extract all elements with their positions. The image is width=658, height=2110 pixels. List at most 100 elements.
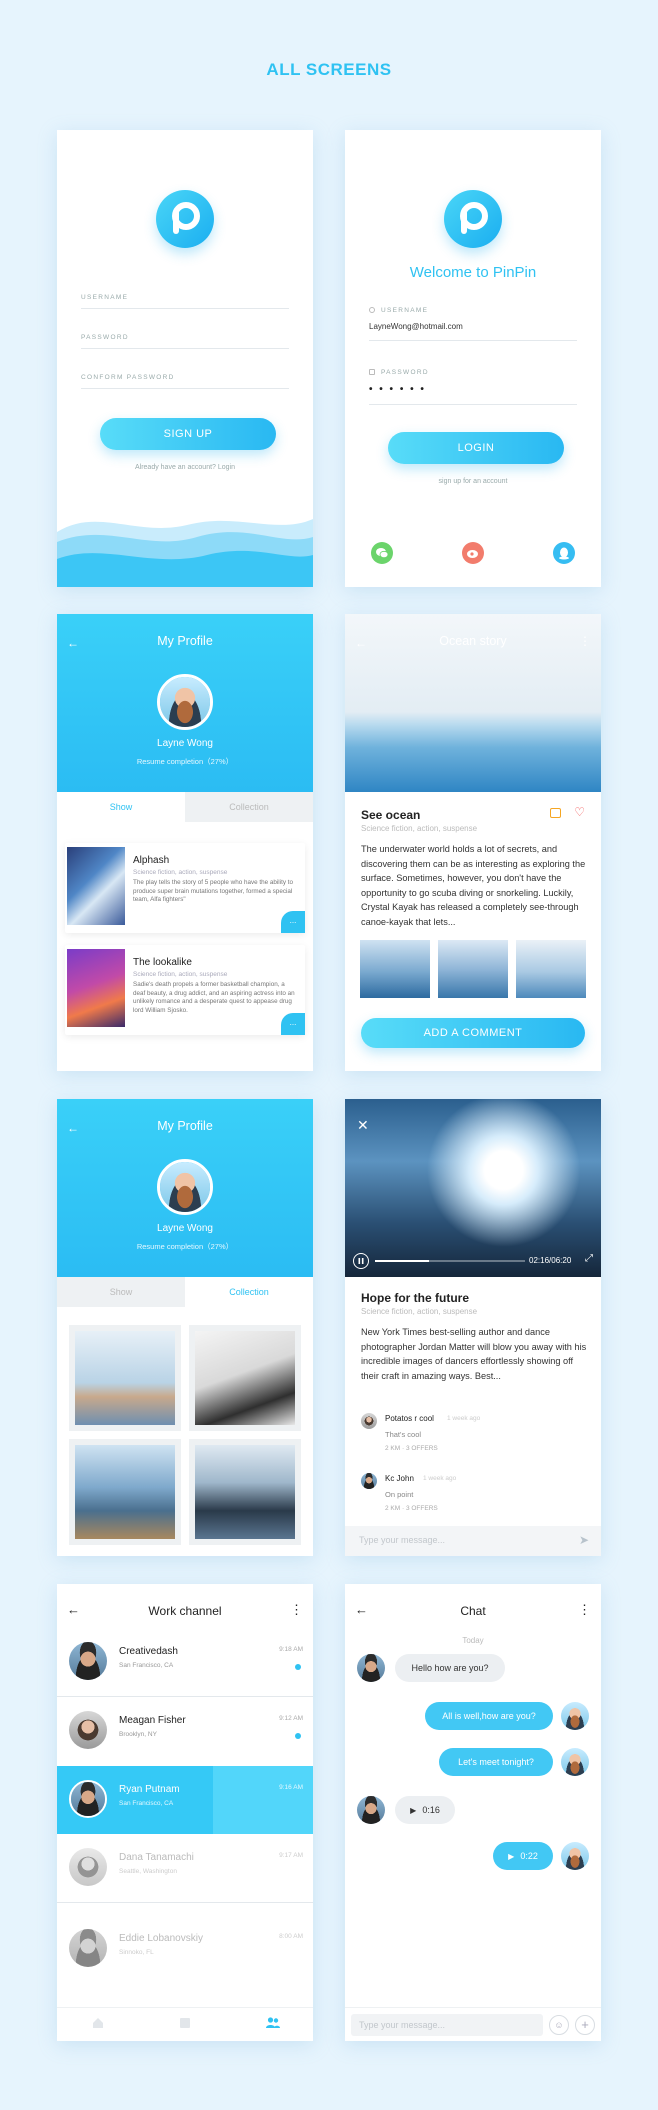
wave-decoration	[57, 519, 313, 587]
voice-message-in[interactable]: ▶ 0:16	[395, 1796, 455, 1824]
play-icon[interactable]: ▶	[508, 1852, 514, 1861]
collection-image[interactable]	[69, 1325, 181, 1431]
avatar	[69, 1780, 107, 1818]
login-screen: Welcome to PinPin USERNAME LayneWong@hot…	[345, 130, 601, 587]
story-tags: Science fiction, action, suspense	[361, 824, 478, 833]
password-field[interactable]	[81, 348, 289, 349]
list-item-selected[interactable]: Ryan Putnam San Francisco, CA 9:16 AM	[57, 1766, 313, 1834]
work-header: Work channel	[148, 1604, 222, 1618]
comment-text: On point	[385, 1490, 414, 1499]
chat-name: Ryan Putnam	[119, 1784, 180, 1795]
send-icon[interactable]: ➤	[579, 1533, 589, 1547]
tab-show[interactable]: Show	[57, 1277, 185, 1307]
more-vert-icon[interactable]: ⋮	[578, 1602, 591, 1618]
chat-header: Chat	[460, 1604, 486, 1618]
heart-icon[interactable]: ♡	[574, 805, 585, 819]
tab-show[interactable]: Show	[57, 792, 185, 822]
list-item[interactable]: The lookalike Science fiction, action, s…	[65, 945, 305, 1035]
collection-image[interactable]	[189, 1325, 301, 1431]
avatar[interactable]	[561, 1748, 589, 1776]
message-input[interactable]: Type your message...	[359, 2020, 445, 2030]
ocean-story-screen: ← Ocean story ⋮ See ocean Science fictio…	[345, 614, 601, 1071]
list-item[interactable]: Eddie Lobanovskiy Sinnoko, FL 8:00 AM	[57, 1915, 313, 1983]
list-item[interactable]: Meagan Fisher Brooklyn, NY 9:12 AM	[57, 1697, 313, 1765]
add-comment-button[interactable]: ADD A COMMENT	[361, 1018, 585, 1048]
tab-collection[interactable]: Collection	[185, 792, 313, 822]
avatar[interactable]	[561, 1702, 589, 1730]
voice-duration: 0:16	[422, 1805, 440, 1815]
password-label: PASSWORD	[81, 334, 129, 341]
message-bubble-in: Hello how are you?	[395, 1654, 505, 1682]
pause-button[interactable]	[353, 1253, 369, 1269]
alphash-poster	[67, 847, 125, 925]
avatar[interactable]	[561, 1842, 589, 1870]
login-link[interactable]: Already have an account? Login	[57, 464, 313, 471]
people-icon[interactable]	[265, 2016, 281, 2030]
video-player[interactable]	[345, 1099, 601, 1277]
confirm-password-field[interactable]	[81, 388, 289, 389]
progress-bar[interactable]	[375, 1260, 525, 1262]
comment-time: 1 week ago	[423, 1475, 457, 1482]
signup-link[interactable]: sign up for an account	[345, 478, 601, 485]
welcome-title: Welcome to PinPin	[409, 264, 537, 281]
gallery-image[interactable]	[360, 940, 430, 998]
comment-time: 1 week ago	[447, 1415, 481, 1422]
username-input[interactable]: LayneWong@hotmail.com	[369, 322, 463, 331]
chat-location: San Francisco, CA	[119, 1662, 174, 1669]
comment-text: That's cool	[385, 1430, 422, 1439]
chat-name: Meagan Fisher	[119, 1715, 186, 1726]
avatar[interactable]	[357, 1654, 385, 1682]
story-body: The underwater world holds a lot of secr…	[361, 844, 586, 927]
avatar[interactable]	[357, 1796, 385, 1824]
signup-screen: USERNAME PASSWORD CONFORM PASSWORD SIGN …	[57, 130, 313, 587]
story-title: See ocean	[361, 808, 421, 822]
username-field[interactable]	[81, 308, 289, 309]
avatar[interactable]	[157, 1159, 213, 1215]
avatar	[69, 1642, 107, 1680]
weibo-icon[interactable]	[462, 542, 484, 564]
gallery-image[interactable]	[516, 940, 586, 998]
day-divider: Today	[462, 1636, 484, 1645]
avatar[interactable]	[361, 1473, 377, 1489]
voice-message-out[interactable]: ▶ 0:22	[493, 1842, 553, 1870]
more-button[interactable]: ...	[281, 911, 305, 933]
collection-image[interactable]	[69, 1439, 181, 1545]
message-input[interactable]: Type your message...	[359, 1535, 445, 1545]
unread-dot	[295, 1733, 301, 1739]
swipe-action[interactable]	[213, 1766, 313, 1834]
login-button[interactable]: LOGIN	[388, 432, 564, 464]
collection-image[interactable]	[189, 1439, 301, 1545]
resume-completion: Resume completion（27%）	[136, 757, 234, 766]
chat-time: 9:18 AM	[279, 1646, 303, 1653]
comment-icon[interactable]	[550, 808, 561, 818]
card-title: The lookalike	[133, 957, 192, 968]
avatar[interactable]	[361, 1413, 377, 1429]
username-label: USERNAME	[381, 307, 429, 314]
home-icon[interactable]	[91, 2016, 105, 2030]
comment-author: Potatos r cool	[385, 1414, 434, 1423]
close-icon[interactable]: ✕	[357, 1117, 369, 1134]
signup-button[interactable]: SIGN UP	[100, 418, 276, 450]
more-vert-icon[interactable]: ⋮	[290, 1602, 303, 1618]
list-item[interactable]: Dana Tanamachi Seattle, Washington 9:17 …	[57, 1834, 313, 1902]
password-input[interactable]: • • • • • •	[369, 384, 426, 395]
chat-name: Eddie Lobanovskiy	[119, 1933, 203, 1944]
emoji-icon[interactable]: ☺	[549, 2015, 569, 2035]
list-item[interactable]: Alphash Science fiction, action, suspens…	[65, 843, 305, 933]
gallery-image[interactable]	[438, 940, 508, 998]
fullscreen-icon[interactable]: ⤢	[585, 1253, 593, 1264]
more-vert-icon[interactable]: ⋮	[579, 634, 591, 648]
list-item[interactable]: Creativedash San Francisco, CA 9:18 AM	[57, 1628, 313, 1696]
chat-location: Sinnoko, FL	[119, 1949, 154, 1956]
book-icon[interactable]	[178, 2016, 192, 2030]
play-icon[interactable]: ▶	[410, 1806, 416, 1815]
add-icon[interactable]: +	[575, 2015, 595, 2035]
qq-icon[interactable]	[553, 542, 575, 564]
more-button[interactable]: ...	[281, 1013, 305, 1035]
tab-collection[interactable]: Collection	[185, 1277, 313, 1307]
wechat-icon[interactable]	[371, 542, 393, 564]
avatar[interactable]	[157, 674, 213, 730]
profile-header: My Profile	[157, 634, 213, 648]
user-icon	[369, 307, 375, 313]
username-label: USERNAME	[81, 294, 129, 301]
